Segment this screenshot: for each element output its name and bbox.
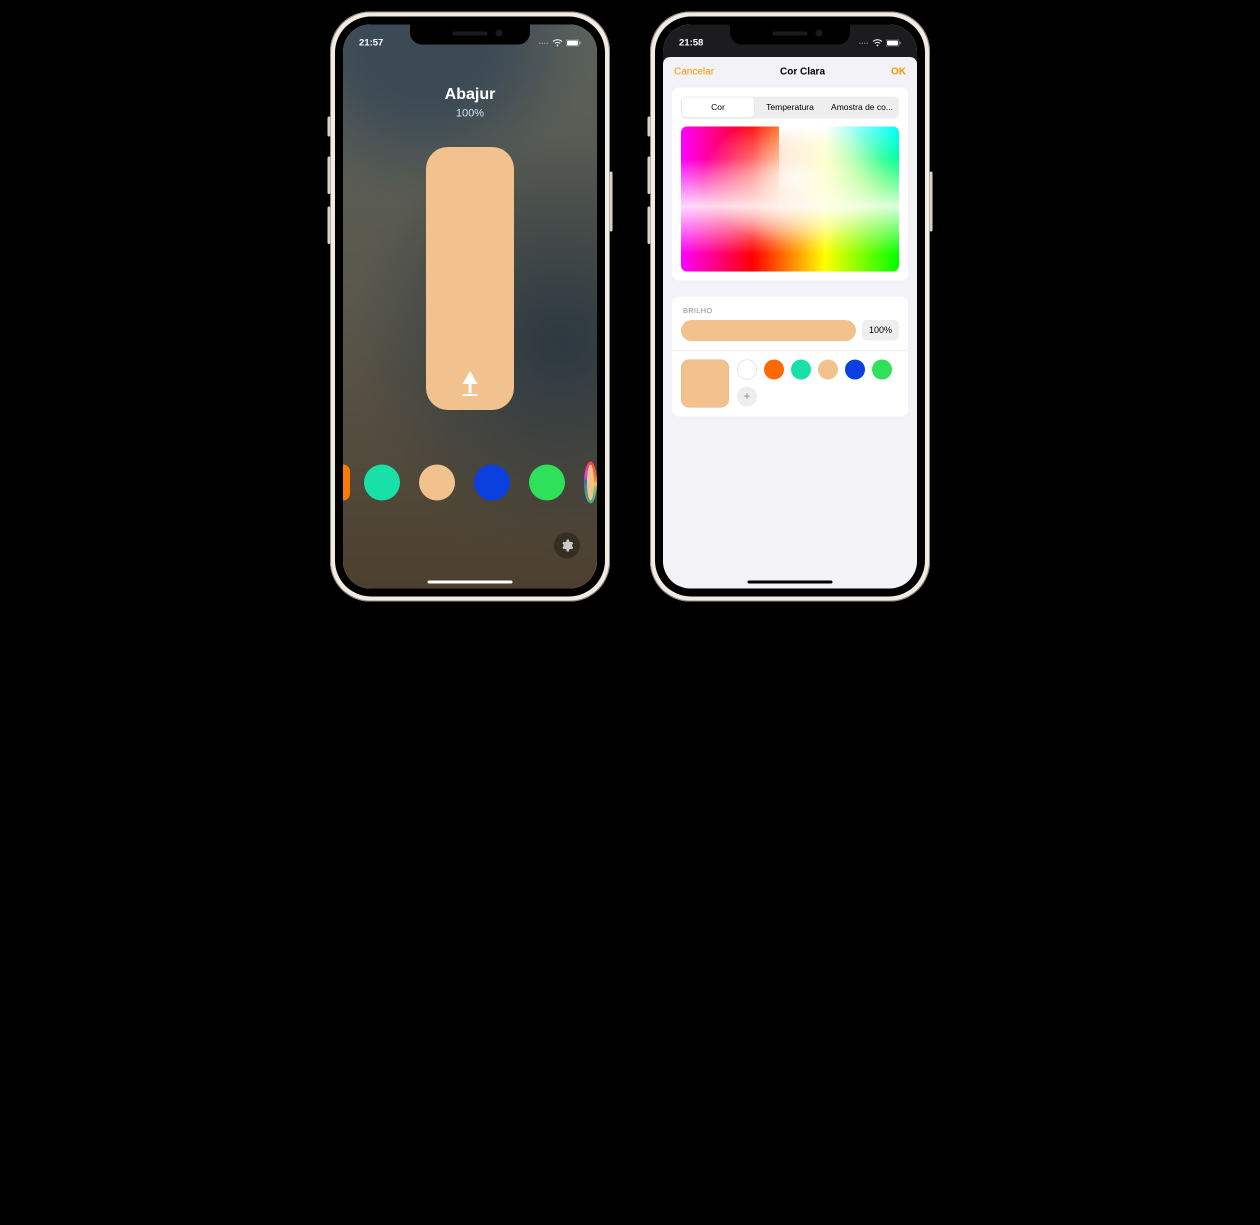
color-picker-card: CorTemperaturaAmostra de co...	[672, 87, 908, 280]
modal-sheet: Cancelar Cor Clara OK CorTemperaturaAmos…	[663, 57, 917, 589]
segment-1[interactable]: Temperatura	[754, 97, 826, 117]
preset-swatch-green[interactable]	[872, 359, 892, 379]
segment-0[interactable]: Cor	[682, 97, 754, 117]
preset-swatch-orange[interactable]	[764, 359, 784, 379]
current-color-swatch[interactable]	[681, 359, 729, 407]
light-brightness-label: 100%	[343, 106, 597, 119]
home-indicator[interactable]	[748, 580, 833, 583]
color-spectrum[interactable]	[681, 126, 899, 271]
side-button	[610, 171, 613, 231]
screen: 21:58 Cancelar Cor Clara OK CorTemperatu…	[663, 24, 917, 588]
status-right	[859, 39, 901, 47]
phone-left: 21:57 Abajur 100%	[330, 11, 610, 601]
preset-swatch-white[interactable]	[737, 359, 757, 379]
ok-button[interactable]: OK	[891, 66, 906, 78]
side-button	[648, 156, 651, 194]
color-swatch-green[interactable]	[529, 464, 565, 500]
color-picker-swatch[interactable]	[584, 461, 597, 503]
side-button	[648, 206, 651, 244]
light-name: Abajur	[343, 84, 597, 103]
home-indicator[interactable]	[428, 580, 513, 583]
wifi-icon	[552, 39, 563, 47]
brightness-section-label: BRILHO	[683, 306, 897, 315]
cellular-dots-icon	[539, 42, 548, 44]
preset-swatch-blue[interactable]	[845, 359, 865, 379]
plus-icon: +	[743, 389, 750, 403]
brightness-bar[interactable]	[681, 320, 856, 341]
color-swatch-peach[interactable]	[419, 464, 455, 500]
brightness-value: 100%	[862, 320, 899, 341]
side-button	[930, 171, 933, 231]
color-swatch-row	[343, 461, 597, 503]
preset-swatch-row	[737, 359, 892, 379]
sheet-title: Cor Clara	[780, 66, 825, 78]
notch	[410, 24, 530, 44]
add-swatch-button[interactable]: +	[737, 386, 757, 406]
battery-icon	[566, 40, 581, 47]
color-swatch-orange-partial[interactable]	[343, 464, 350, 500]
gear-icon	[561, 539, 574, 552]
brightness-slider[interactable]	[426, 147, 514, 410]
side-button	[328, 206, 331, 244]
lamp-icon	[459, 371, 482, 397]
preset-swatch-teal[interactable]	[791, 359, 811, 379]
preset-swatch-peach[interactable]	[818, 359, 838, 379]
segment-2[interactable]: Amostra de co...	[826, 97, 898, 117]
color-swatch-teal[interactable]	[364, 464, 400, 500]
cellular-dots-icon	[859, 42, 868, 44]
brightness-card: BRILHO 100% +	[672, 296, 908, 416]
nav-bar: Cancelar Cor Clara OK	[663, 57, 917, 85]
side-button	[328, 156, 331, 194]
cancel-button[interactable]: Cancelar	[674, 66, 714, 78]
battery-icon	[886, 40, 901, 47]
screen: 21:57 Abajur 100%	[343, 24, 597, 588]
side-button	[328, 116, 331, 136]
divider	[672, 350, 908, 351]
phone-right: 21:58 Cancelar Cor Clara OK CorTemperatu…	[650, 11, 930, 601]
color-swatch-blue[interactable]	[474, 464, 510, 500]
status-time: 21:57	[359, 38, 383, 49]
notch	[730, 24, 850, 44]
side-button	[648, 116, 651, 136]
segmented-control: CorTemperaturaAmostra de co...	[681, 96, 899, 118]
settings-button[interactable]	[554, 532, 580, 558]
status-right	[539, 39, 581, 47]
wifi-icon	[872, 39, 883, 47]
status-time: 21:58	[679, 38, 703, 49]
